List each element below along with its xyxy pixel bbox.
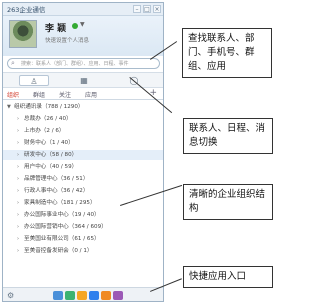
- chevron-right-icon[interactable]: ›: [17, 174, 19, 184]
- chevron-right-icon[interactable]: ›: [17, 222, 19, 232]
- contacts-tab[interactable]: ♙: [19, 75, 49, 86]
- tree-item-label: 至美国业有限公司（61 / 65）: [24, 236, 100, 242]
- callout-org: 清晰的企业组织结构: [183, 184, 273, 220]
- tree-item[interactable]: › 至美国业有限公司（61 / 65）: [3, 234, 163, 244]
- search-icon: ⌕: [11, 59, 15, 67]
- app-shortcut-icon[interactable]: [101, 291, 111, 300]
- tree-item[interactable]: › 办公国际营销中心（364 / 609）: [3, 222, 163, 232]
- tree-item-label: 办公国际事业中心（19 / 40）: [24, 212, 100, 218]
- avatar[interactable]: [9, 20, 37, 48]
- im-client-window: 263企业通信 – □ × 李 颖 ▼ 快速设置个人消息 ⌕ 搜索：联系人（部门…: [2, 2, 164, 302]
- tree-item[interactable]: › 品牌管理中心（36 / 51）: [3, 174, 163, 184]
- app-shortcut-icon[interactable]: [77, 291, 87, 300]
- chevron-right-icon[interactable]: ›: [17, 198, 19, 208]
- subtab-apps[interactable]: 应用: [85, 90, 97, 99]
- tree-item-selected[interactable]: › 研发中心（58 / 80）: [3, 150, 163, 160]
- tree-item-label: 财务中心（1 / 40）: [24, 140, 74, 146]
- app-shortcut-icon[interactable]: [53, 291, 63, 300]
- calendar-tab[interactable]: ▦: [69, 75, 99, 86]
- tree-item-label: 行政人事中心（36 / 42）: [24, 188, 89, 194]
- chevron-right-icon[interactable]: ›: [17, 162, 19, 172]
- chevron-right-icon[interactable]: ›: [17, 210, 19, 220]
- tree-root[interactable]: ▼ 组织通讯录（788 / 1290）: [3, 102, 163, 112]
- app-shortcut-icon[interactable]: [65, 291, 75, 300]
- chevron-right-icon[interactable]: ›: [17, 126, 19, 136]
- chevron-right-icon[interactable]: ›: [17, 114, 19, 124]
- status-message[interactable]: 快速设置个人消息: [45, 36, 89, 44]
- tree-item[interactable]: › 财务中心（1 / 40）: [3, 138, 163, 148]
- chevron-right-icon[interactable]: ›: [17, 234, 19, 244]
- tree-item-label: 办公国际营销中心（364 / 609）: [24, 224, 107, 230]
- tree-item[interactable]: › 用户中心（40 / 59）: [3, 162, 163, 172]
- maximize-icon[interactable]: □: [143, 5, 151, 13]
- tree-item[interactable]: › 总裁办（26 / 40）: [3, 114, 163, 124]
- gear-icon[interactable]: ⚙: [7, 291, 14, 300]
- chevron-right-icon[interactable]: ›: [17, 186, 19, 196]
- chevron-down-icon[interactable]: ▼: [80, 21, 85, 28]
- chevron-right-icon[interactable]: ›: [17, 246, 19, 256]
- tree-item-label: 用户中心（40 / 59）: [24, 164, 78, 170]
- search-box[interactable]: ⌕ 搜索：联系人（部门、群组）、应用、日程、事件: [7, 58, 160, 69]
- app-shortcut-icon[interactable]: [113, 291, 123, 300]
- app-shortcut-icon[interactable]: [89, 291, 99, 300]
- online-status-icon[interactable]: [72, 23, 78, 29]
- subtab-groups[interactable]: 群组: [33, 90, 45, 99]
- tree-item[interactable]: › 行政人事中心（36 / 42）: [3, 186, 163, 196]
- tree-item[interactable]: › 办公国际事业中心（19 / 40）: [3, 210, 163, 220]
- app-icons: [53, 291, 123, 300]
- profile-header: 李 颖 ▼ 快速设置个人消息: [3, 16, 163, 56]
- search-input[interactable]: 搜索：联系人（部门、群组）、应用、日程、事件: [21, 60, 129, 67]
- close-icon[interactable]: ×: [153, 5, 161, 13]
- title-bar: 263企业通信 – □ ×: [3, 3, 163, 16]
- chevron-down-icon[interactable]: ▼: [7, 102, 11, 112]
- tree-item-label: 家具制造中心（181 / 295）: [24, 200, 96, 206]
- quick-app-bar: ⚙: [3, 287, 163, 301]
- chevron-right-icon[interactable]: ›: [17, 150, 19, 160]
- person-icon: ♙: [30, 77, 38, 86]
- tree-item[interactable]: › 上市办（2 / 6）: [3, 126, 163, 136]
- tree-root-label: 组织通讯录（788 / 1290）: [14, 104, 84, 110]
- user-name: 李 颖: [45, 24, 67, 34]
- tree-item-label: 品牌管理中心（36 / 51）: [24, 176, 89, 182]
- tree-item-label: 上市办（2 / 6）: [24, 128, 65, 134]
- window-controls: – □ ×: [133, 5, 161, 13]
- minimize-icon[interactable]: –: [133, 5, 141, 13]
- tree-item-label: 研发中心（58 / 80）: [24, 152, 78, 158]
- calendar-icon: ▦: [80, 76, 88, 85]
- contact-subtabs: 组织 群组 关注 应用 +: [3, 88, 163, 100]
- chevron-right-icon[interactable]: ›: [17, 138, 19, 148]
- subtab-following[interactable]: 关注: [59, 90, 71, 99]
- callout-search: 查找联系人、部门、手机号、群组、应用: [182, 28, 272, 78]
- tree-item[interactable]: › 至美音控备发研会（0 / 1）: [3, 246, 163, 256]
- tree-item-label: 至美音控备发研会（0 / 1）: [24, 248, 93, 254]
- callout-apps: 快捷应用入口: [183, 266, 273, 288]
- tree-item-label: 总裁办（26 / 40）: [24, 116, 72, 122]
- subtab-org[interactable]: 组织: [7, 90, 19, 99]
- window-title: 263企业通信: [7, 6, 46, 14]
- callout-switch: 联系人、日程、消息切换: [183, 118, 273, 154]
